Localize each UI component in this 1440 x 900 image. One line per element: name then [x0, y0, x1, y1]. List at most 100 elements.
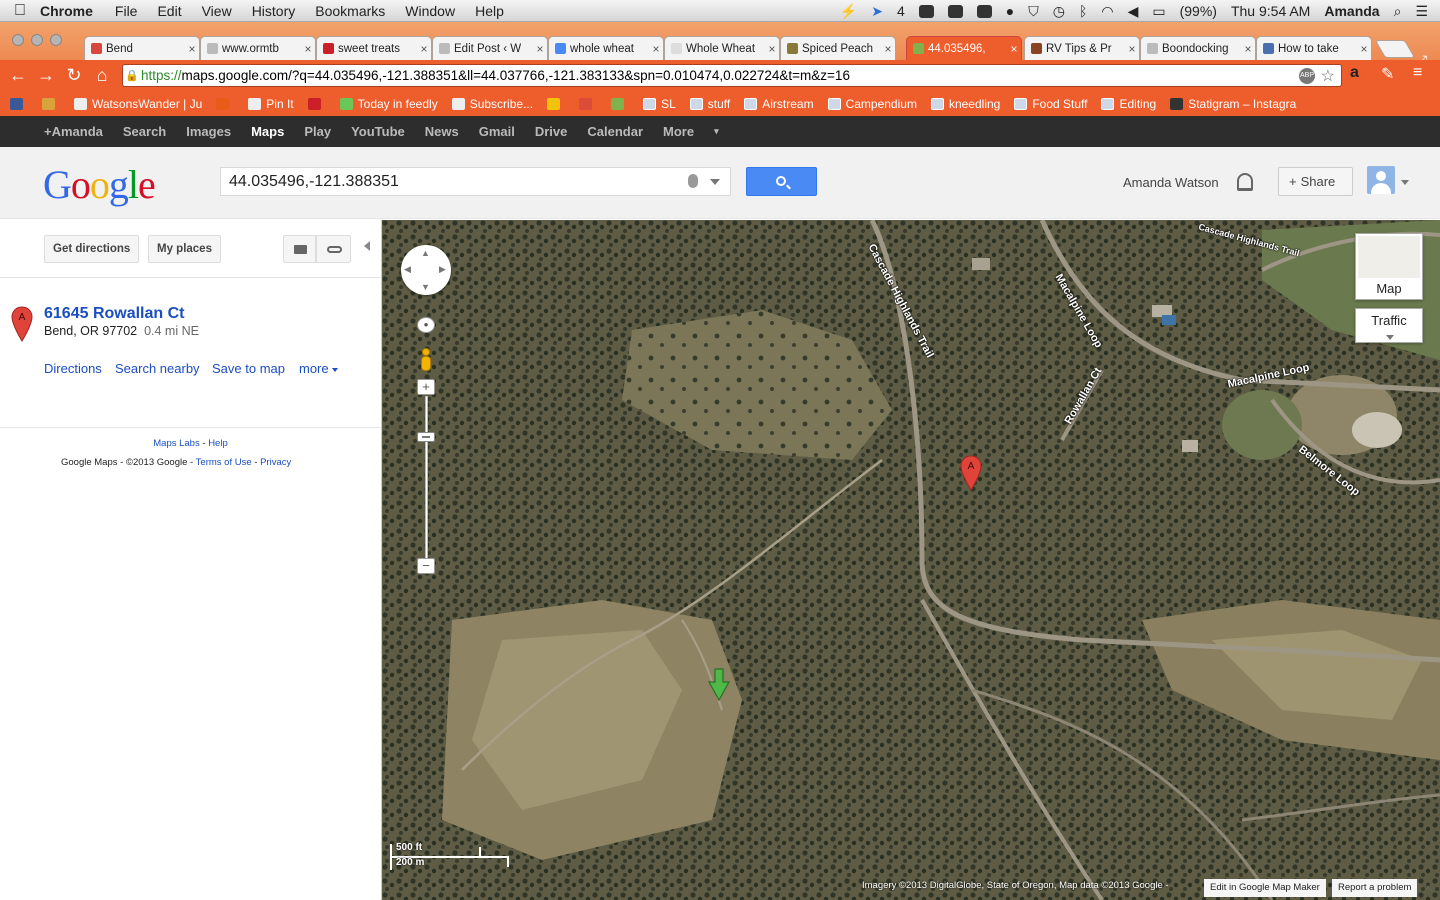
tab-8[interactable]: 44.035496, ×: [906, 36, 1022, 60]
bookmark-folder[interactable]: Campendium: [827, 97, 917, 111]
wrench-icon[interactable]: ✎: [1381, 64, 1394, 84]
menu-bookmarks[interactable]: Bookmarks: [315, 3, 385, 19]
home-button[interactable]: ⌂: [88, 65, 116, 86]
time-machine-icon[interactable]: ◷: [1053, 3, 1065, 20]
google-bar-item-gmail[interactable]: Gmail: [479, 124, 515, 139]
close-window-button[interactable]: [12, 34, 24, 46]
bookmark-item[interactable]: [10, 97, 28, 110]
tab-3[interactable]: sweet treats ×: [316, 36, 432, 60]
zoom-out-button[interactable]: −: [417, 558, 435, 574]
marker-a-icon[interactable]: A: [960, 455, 982, 491]
microphone-icon[interactable]: [688, 174, 698, 188]
wifi-icon[interactable]: ◠: [1101, 3, 1113, 20]
address-bar[interactable]: 🔒 https://maps.google.com/?q=44.035496,-…: [122, 64, 1342, 87]
bookmark-folder[interactable]: Airstream: [744, 97, 814, 111]
tab-close-icon[interactable]: ×: [1125, 42, 1139, 56]
volume-icon[interactable]: ◀: [1128, 3, 1139, 20]
directions-link[interactable]: Directions: [44, 361, 102, 376]
tab-close-icon[interactable]: ×: [1241, 42, 1255, 56]
bookmark-star-icon[interactable]: ☆: [1321, 66, 1335, 86]
pan-control[interactable]: ▲ ▼ ◀ ▶: [401, 245, 451, 295]
bookmark-item[interactable]: [42, 97, 60, 110]
zoom-in-button[interactable]: +: [417, 379, 435, 395]
resize-corner-icon[interactable]: ⇱: [1425, 884, 1433, 895]
zoom-slider-handle[interactable]: [417, 432, 435, 442]
tab-close-icon[interactable]: ×: [301, 42, 315, 56]
clock[interactable]: Thu 9:54 AM: [1231, 3, 1310, 19]
bookmark-item[interactable]: Statigram – Instagra: [1170, 97, 1296, 111]
menu-help[interactable]: Help: [475, 3, 504, 19]
google-logo[interactable]: Google: [43, 161, 156, 208]
tab-close-icon[interactable]: ×: [185, 42, 199, 56]
zoom-window-button[interactable]: [50, 34, 62, 46]
menu-view[interactable]: View: [202, 3, 232, 19]
collapse-panel-icon[interactable]: [364, 241, 370, 251]
tab-7[interactable]: Spiced Peach ×: [780, 36, 896, 60]
marker-a-icon[interactable]: A: [11, 306, 33, 342]
google-bar-item-drive[interactable]: Drive: [535, 124, 568, 139]
bookmark-item[interactable]: Pin It: [248, 97, 294, 111]
back-button[interactable]: ←: [4, 65, 32, 86]
truck-icon[interactable]: [947, 4, 963, 18]
google-bar-item-play[interactable]: Play: [304, 124, 331, 139]
bookmark-item[interactable]: [216, 97, 234, 110]
result-title-link[interactable]: 61645 Rowallan Ct: [44, 305, 185, 323]
get-directions-button[interactable]: Get directions: [44, 235, 140, 263]
tab-9[interactable]: RV Tips & Pr ×: [1024, 36, 1140, 60]
more-link[interactable]: more: [299, 361, 338, 376]
spotlight-icon[interactable]: ⌕: [1394, 3, 1402, 20]
chrome-menu-icon[interactable]: ≡: [1413, 64, 1422, 82]
amazon-extension-icon[interactable]: a: [1350, 64, 1359, 82]
map-canvas[interactable]: Cascade Highlands Trail Cascade Highland…: [382, 220, 1440, 900]
forward-button[interactable]: →: [32, 65, 60, 86]
map-type-button[interactable]: Map: [1355, 233, 1423, 300]
zoom-slider-track[interactable]: [425, 396, 428, 561]
report-problem-link[interactable]: Report a problem: [1332, 879, 1418, 897]
my-location-button[interactable]: •: [417, 317, 435, 333]
google-bar-item-images[interactable]: Images: [186, 124, 231, 139]
tab-close-icon[interactable]: ×: [417, 42, 431, 56]
search-nearby-link[interactable]: Search nearby: [115, 361, 200, 376]
lightning-icon[interactable]: ⚡: [840, 3, 857, 20]
maps-labs-link[interactable]: Maps Labs: [153, 438, 199, 449]
pan-up-icon[interactable]: ▲: [421, 248, 430, 258]
notifications-bell-icon[interactable]: [1237, 173, 1253, 191]
tab-close-icon[interactable]: ×: [1007, 42, 1021, 56]
bookmark-folder[interactable]: SL: [643, 97, 676, 111]
bookmark-folder[interactable]: stuff: [689, 97, 730, 111]
search-input[interactable]: 44.035496,-121.388351: [220, 167, 731, 196]
bookmark-folder[interactable]: Editing: [1101, 97, 1156, 111]
battery-icon[interactable]: ▭: [1152, 3, 1165, 20]
user-name[interactable]: Amanda Watson: [1123, 175, 1219, 190]
cursor-status-icon[interactable]: ➤: [871, 3, 883, 20]
bookmark-item[interactable]: WatsonsWander | Ju: [74, 97, 202, 111]
tab-close-icon[interactable]: ×: [881, 42, 895, 56]
bookmark-item[interactable]: [547, 97, 565, 110]
bookmark-item[interactable]: Subscribe...: [451, 97, 533, 111]
bookmark-item[interactable]: [611, 97, 629, 110]
google-bar-item-calendar[interactable]: Calendar: [587, 124, 643, 139]
reload-button[interactable]: ↻: [60, 65, 88, 86]
google-bar-item-more[interactable]: More: [663, 124, 694, 139]
window-icon[interactable]: [976, 4, 992, 18]
search-button[interactable]: [746, 167, 817, 196]
google-bar-item-news[interactable]: News: [425, 124, 459, 139]
avatar[interactable]: [1367, 166, 1395, 194]
my-places-button[interactable]: My places: [148, 235, 221, 263]
google-bar-item-search[interactable]: Search: [123, 124, 166, 139]
minimize-window-button[interactable]: [31, 34, 43, 46]
help-link[interactable]: Help: [208, 438, 228, 449]
pegman-icon[interactable]: [418, 348, 434, 378]
traffic-button[interactable]: Traffic: [1355, 308, 1423, 343]
drive-icon[interactable]: [918, 4, 934, 18]
tab-1[interactable]: Bend ×: [84, 36, 200, 60]
bookmark-folder[interactable]: kneedling: [930, 97, 1000, 111]
green-arrow-marker-icon[interactable]: [708, 668, 730, 702]
shield-icon[interactable]: ⛉: [1028, 3, 1039, 20]
save-to-map-link[interactable]: Save to map: [212, 361, 285, 376]
tab-close-icon[interactable]: ×: [1357, 42, 1371, 56]
bookmark-folder[interactable]: Food Stuff: [1014, 97, 1087, 111]
tab-close-icon[interactable]: ×: [765, 42, 779, 56]
privacy-link[interactable]: Privacy: [260, 457, 291, 468]
menu-edit[interactable]: Edit: [157, 3, 181, 19]
